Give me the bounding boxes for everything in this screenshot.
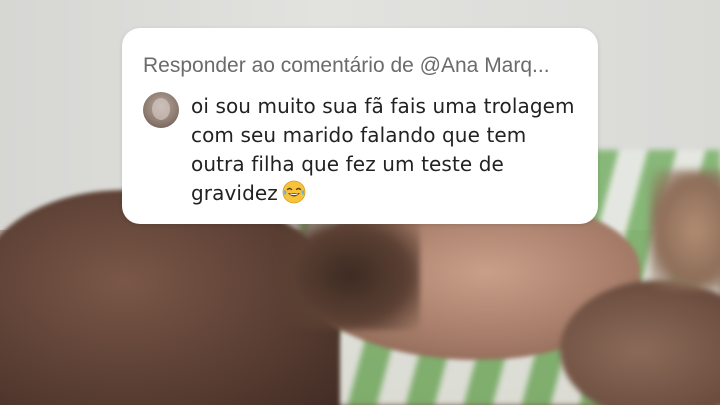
face-with-tears-of-joy-icon xyxy=(282,180,306,204)
comment-line-text: gravidez xyxy=(191,181,278,205)
comment-line: com seu marido falando que tem xyxy=(191,123,527,147)
video-background: Responder ao comentário de @Ana Marq... … xyxy=(0,0,720,405)
comment-line: outra filha que fez um teste de xyxy=(191,152,504,176)
reply-header: Responder ao comentário de @Ana Marq... xyxy=(143,54,550,77)
comment-text: oi sou muito sua fã fais uma trolagem co… xyxy=(191,92,586,208)
comment-line-last: gravidez xyxy=(191,179,586,208)
comment-line: oi sou muito sua fã fais uma trolagem xyxy=(191,94,575,118)
reply-comment-card[interactable]: Responder ao comentário de @Ana Marq... … xyxy=(122,28,598,224)
background-hair xyxy=(280,220,420,330)
avatar xyxy=(143,92,179,128)
background-hair-right xyxy=(650,170,720,290)
